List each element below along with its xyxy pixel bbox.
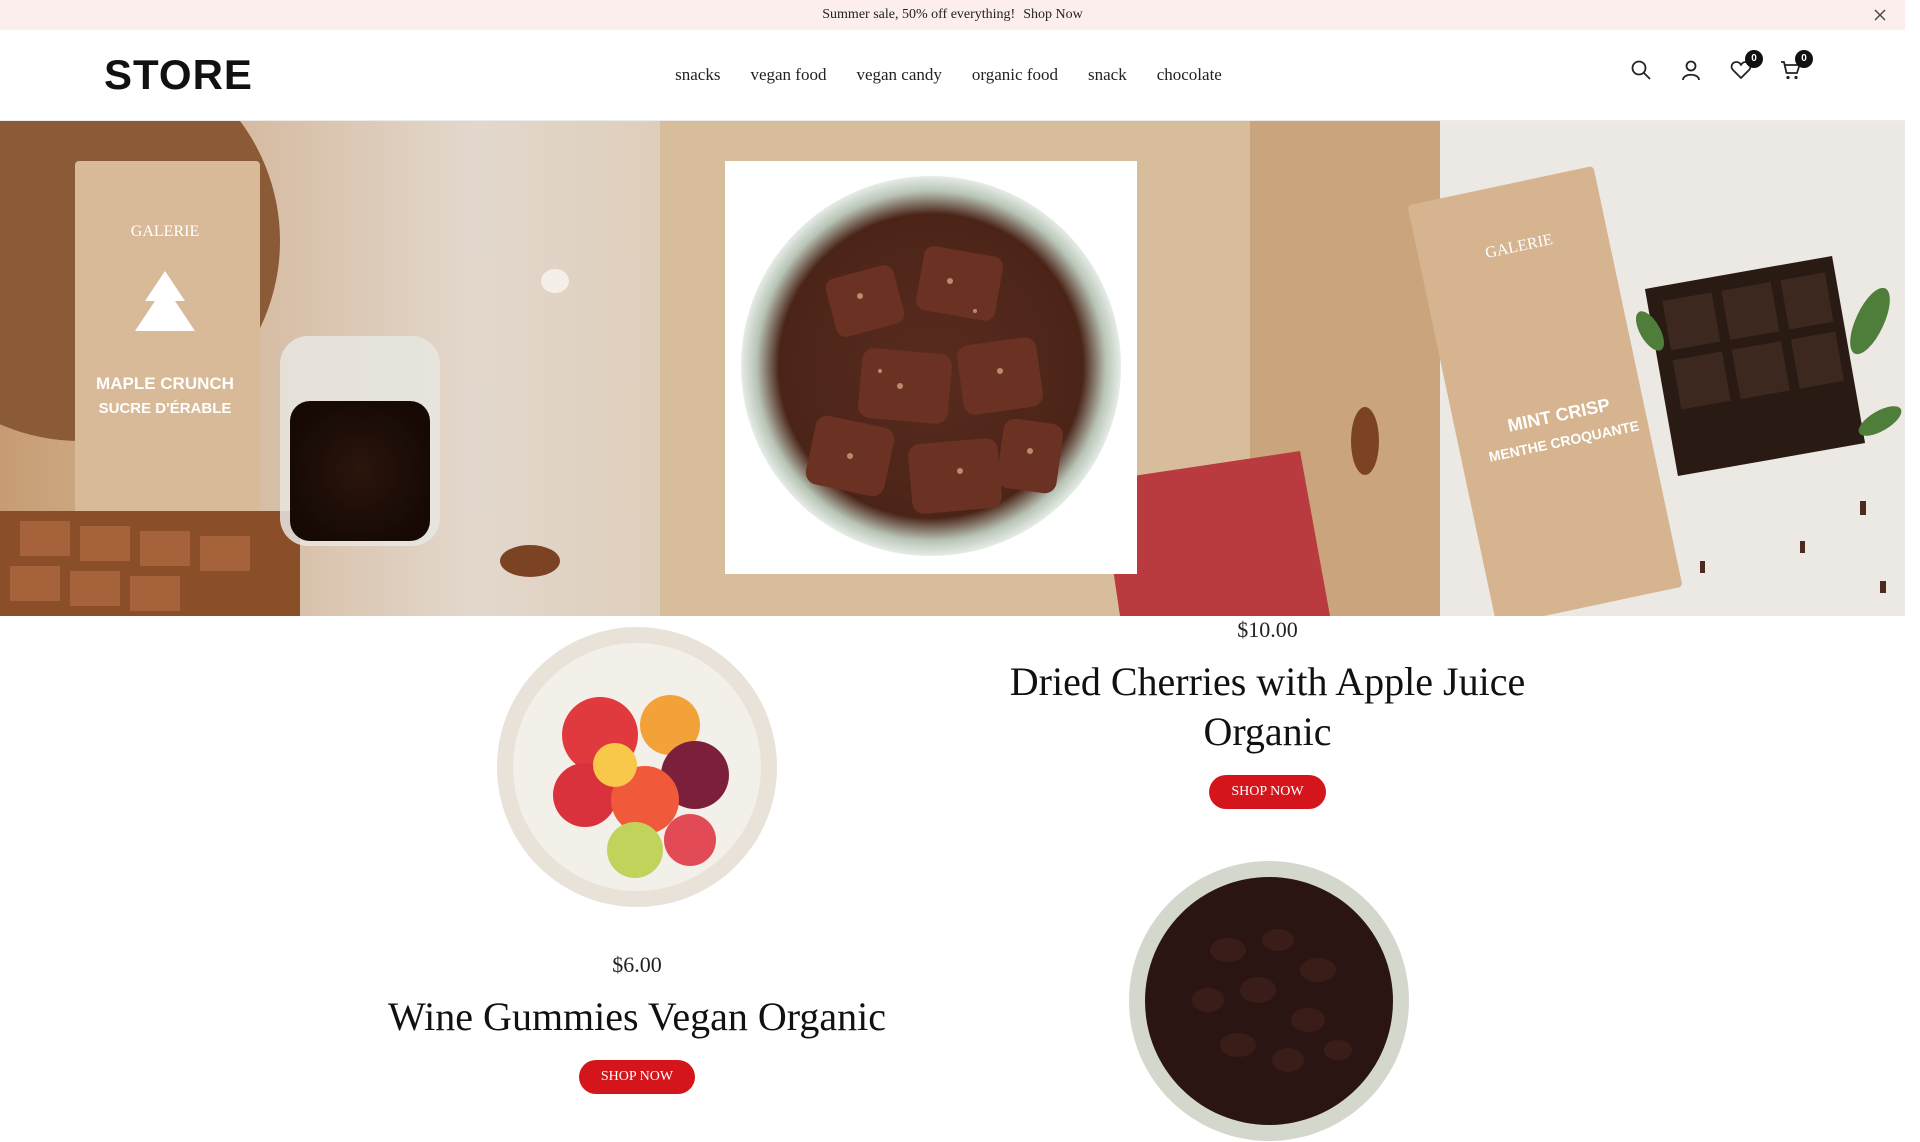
close-icon[interactable] [1871, 6, 1889, 24]
svg-text:GALERIE: GALERIE [131, 223, 199, 240]
product-price: $10.00 [1237, 617, 1298, 642]
shop-now-button[interactable]: SHOP NOW [578, 1060, 696, 1094]
wishlist-count-badge: 0 [1745, 50, 1763, 68]
product-title[interactable]: Dried Cherries with Apple Juice Organic [990, 657, 1545, 757]
promo-bar: Summer sale, 50% off everything! Shop No… [0, 0, 1905, 30]
site-header: STORE snacks vegan food vegan candy orga… [0, 30, 1905, 121]
cart-icon[interactable]: 0 [1779, 50, 1813, 82]
user-icon[interactable] [1679, 58, 1703, 82]
nav-item-organic-food[interactable]: organic food [972, 65, 1058, 85]
store-logo[interactable]: STORE [104, 50, 253, 100]
nav-item-vegan-candy[interactable]: vegan candy [856, 65, 941, 85]
shop-now-button[interactable]: SHOP NOW [1209, 775, 1326, 809]
search-icon[interactable] [1629, 58, 1653, 82]
cart-count-badge: 0 [1795, 50, 1813, 68]
svg-text:SUCRE D'ÉRABLE: SUCRE D'ÉRABLE [99, 400, 232, 417]
heart-icon[interactable]: 0 [1729, 50, 1763, 82]
hero-banner[interactable]: MAPLE CRUNCH SUCRE D'ÉRABLE GALERIE MINT… [0, 121, 1905, 616]
product-image-wine-gummies[interactable] [495, 625, 779, 909]
main-nav: snacks vegan food vegan candy organic fo… [0, 30, 1905, 120]
product-image-raisins[interactable] [1128, 860, 1410, 1142]
product-price: $6.00 [612, 952, 662, 977]
product-card-wine-gummies: $6.00 Wine Gummies Vegan Organic SHOP NO… [360, 952, 914, 1094]
nav-item-vegan-food[interactable]: vegan food [750, 65, 826, 85]
promo-text: Summer sale, 50% off everything! [822, 7, 1016, 22]
nav-item-chocolate[interactable]: chocolate [1157, 65, 1222, 85]
product-card-dried-cherries: $10.00 Dried Cherries with Apple Juice O… [990, 617, 1545, 809]
hero-image: MAPLE CRUNCH SUCRE D'ÉRABLE GALERIE MINT… [0, 121, 1905, 616]
svg-text:MAPLE CRUNCH: MAPLE CRUNCH [96, 374, 234, 393]
header-icons: 0 0 [1629, 50, 1813, 82]
nav-item-snack[interactable]: snack [1088, 65, 1127, 85]
product-title[interactable]: Wine Gummies Vegan Organic [360, 992, 914, 1042]
nav-item-snacks[interactable]: snacks [675, 65, 720, 85]
promo-shop-now-link[interactable]: Shop Now [1023, 7, 1083, 23]
